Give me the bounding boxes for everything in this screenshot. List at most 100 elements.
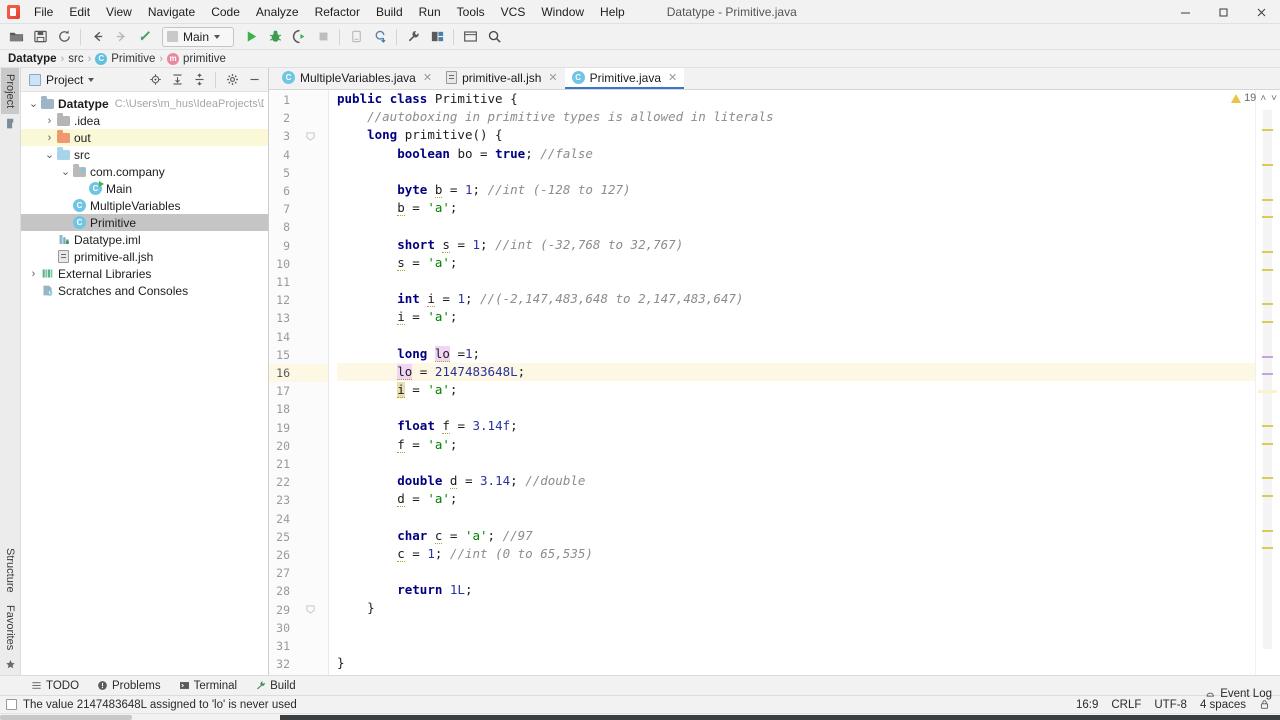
next-problem-icon[interactable]: ˅ [1270,93,1278,104]
code-fold-icon[interactable] [305,127,316,145]
caret-position[interactable]: 16:9 [1076,699,1098,711]
run-button[interactable] [239,26,263,48]
code-line[interactable] [337,508,1255,526]
compile-icon[interactable] [133,26,157,48]
code-line[interactable]: f = 'a'; [337,436,1255,454]
menu-item-file[interactable]: File [26,1,61,23]
tree-item-com-company[interactable]: ⌄ com.company [21,163,268,180]
tree-expand-arrow-icon[interactable]: › [43,132,56,144]
code-line[interactable]: i = 'a'; [337,308,1255,326]
code-line[interactable]: int i = 1; //(-2,147,483,648 to 2,147,48… [337,290,1255,308]
tree-item-datatype-iml[interactable]: Datatype.iml [21,231,268,248]
menu-item-refactor[interactable]: Refactor [307,1,368,23]
menu-item-edit[interactable]: Edit [61,1,98,23]
code-line[interactable]: s = 'a'; [337,254,1255,272]
tree-item-main[interactable]: C Main [21,180,268,197]
close-tab-icon[interactable]: ✕ [423,71,432,84]
code-line[interactable] [337,454,1255,472]
warning-marker[interactable] [1262,164,1273,167]
code-line[interactable]: //autoboxing in primitive types is allow… [337,108,1255,126]
structure-icon[interactable] [425,26,449,48]
code-line[interactable]: short s = 1; //int (-32,768 to 32,767) [337,236,1255,254]
settings-wrench-icon[interactable] [401,26,425,48]
warning-marker[interactable] [1262,320,1273,323]
tool-window-terminal[interactable]: Terminal [170,677,246,695]
tree-item-src[interactable]: ⌄ src [21,146,268,163]
code-line[interactable]: double d = 3.14; //double [337,472,1255,490]
menu-item-navigate[interactable]: Navigate [140,1,203,23]
code-line[interactable]: i = 'a'; [337,381,1255,399]
project-panel-title-group[interactable]: Project [25,73,95,87]
code-line[interactable]: public class Primitive { [337,90,1255,108]
debug-button[interactable] [263,26,287,48]
breadcrumb-project[interactable]: Datatype [8,53,57,65]
tree-item-datatype[interactable]: ⌄ Datatype C:\Users\m_hus\IdeaProjects\Dat… [21,95,268,112]
code-line[interactable]: long primitive() { [337,126,1255,144]
code-line[interactable] [337,326,1255,344]
code-line[interactable] [337,399,1255,417]
menu-item-help[interactable]: Help [592,1,633,23]
close-tab-icon[interactable]: ✕ [668,71,677,84]
menu-item-vcs[interactable]: VCS [493,1,534,23]
menu-item-code[interactable]: Code [203,1,248,23]
event-log-button[interactable]: Event Log [1205,688,1272,700]
gear-icon[interactable] [222,70,242,90]
breadcrumb-class[interactable]: C Primitive [95,52,155,65]
warning-marker[interactable] [1262,303,1273,306]
editor-tab-primitive-java[interactable]: C Primitive.java ✕ [564,68,685,89]
tool-stripe-project[interactable]: Project [1,68,19,115]
tool-stripe-structure[interactable]: Structure [1,542,19,599]
warning-marker[interactable] [1262,268,1273,271]
tree-item-primitive-all-jsh[interactable]: primitive-all.jsh [21,248,268,265]
code-line[interactable]: return 1L; [337,581,1255,599]
marker-track[interactable] [1263,110,1272,649]
editor-tab-multiplevariables-java[interactable]: C MultipleVariables.java ✕ [275,68,439,89]
line-separator[interactable]: CRLF [1111,699,1141,711]
warning-marker[interactable] [1262,425,1273,428]
code-line[interactable]: b = 'a'; [337,199,1255,217]
minimize-button[interactable] [1166,0,1204,24]
tree-item-external-libraries[interactable]: › External Libraries [21,265,268,282]
code-line[interactable]: char c = 'a'; //97 [337,527,1255,545]
code-line[interactable]: c = 1; //int (0 to 65,535) [337,545,1255,563]
close-tab-icon[interactable]: ✕ [548,71,557,84]
update-project-icon[interactable] [368,26,392,48]
tool-window-problems[interactable]: Problems [88,677,170,695]
tree-expand-arrow-icon[interactable]: ⌄ [27,97,40,110]
menu-item-build[interactable]: Build [368,1,411,23]
stop-icon[interactable] [311,26,335,48]
project-tree[interactable]: ⌄ Datatype C:\Users\m_hus\IdeaProjects\Dat… [21,92,268,675]
warning-marker[interactable] [1262,251,1273,254]
code-line[interactable]: } [337,654,1255,672]
warning-marker[interactable] [1262,199,1273,201]
tool-window-build[interactable]: Build [246,677,305,695]
editor-gutter[interactable]: 1 2 3 4 5 6 7 8 9 10 11 12 13 14 15 16 17 18 19 20 21 22 23 24 2… [269,90,329,675]
tree-item-scratches-and-consoles[interactable]: Scratches and Consoles [21,282,268,299]
search-everywhere-icon[interactable] [482,26,506,48]
run-configuration-selector[interactable]: Main [162,26,234,47]
navigate-back-icon[interactable] [85,26,109,48]
warning-marker[interactable] [1262,529,1273,532]
tool-stripe-favorites[interactable]: Favorites [1,599,19,656]
menu-item-view[interactable]: View [98,1,140,23]
menu-item-tools[interactable]: Tools [449,1,493,23]
expand-all-icon[interactable] [167,70,187,90]
code-line[interactable]: byte b = 1; //int (-128 to 127) [337,181,1255,199]
warning-marker[interactable] [1262,494,1273,497]
collapse-all-icon[interactable] [189,70,209,90]
identifier-occurrence-marker[interactable] [1262,373,1273,375]
code-line[interactable]: long lo =1; [337,345,1255,363]
run-with-coverage-icon[interactable] [287,26,311,48]
code-editor[interactable]: 1 2 3 4 5 6 7 8 9 10 11 12 13 14 15 16 17 18 19 20 21 22 23 24 2… [269,90,1280,675]
tree-item-out[interactable]: › out [21,129,268,146]
editor-tab-primitive-all-jsh[interactable]: primitive-all.jsh ✕ [439,68,565,89]
navigate-forward-icon[interactable] [109,26,133,48]
marker-bar[interactable]: 19 ˄ ˅ [1231,90,1280,675]
code-line[interactable]: lo = 2147483648L; [337,362,1255,381]
locate-icon[interactable] [145,70,165,90]
code-line[interactable]: } [337,599,1255,617]
breadcrumb-method[interactable]: m primitive [167,52,226,65]
code-line[interactable] [337,163,1255,181]
tree-item-primitive[interactable]: C Primitive [21,214,268,231]
tree-expand-arrow-icon[interactable]: › [27,268,40,280]
